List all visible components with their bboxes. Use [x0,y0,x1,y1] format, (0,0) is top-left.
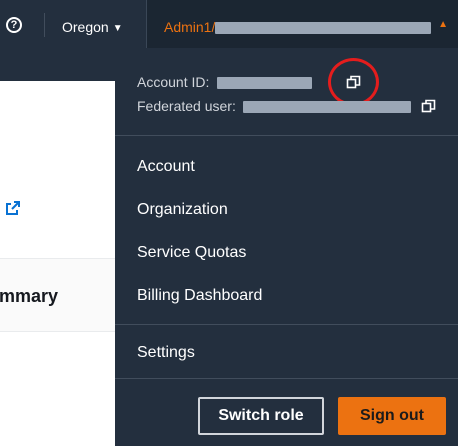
menu-item-billing-dashboard[interactable]: Billing Dashboard [137,286,262,306]
menu-divider [115,135,458,136]
question-circle-icon[interactable]: ? [6,17,22,33]
page-header-band [0,48,115,81]
account-id-row: Account ID: [137,74,313,90]
region-selector[interactable]: Oregon ▼ [62,19,123,37]
caret-down-icon: ▼ [112,23,123,34]
top-navigation-bar: ? Oregon ▼ Admin1/ ▲ [0,0,458,48]
menu-divider [115,324,458,325]
external-link-icon[interactable] [5,200,21,216]
menu-divider [115,378,458,379]
caret-up-icon: ▲ [438,19,448,30]
menu-item-account[interactable]: Account [137,157,195,177]
region-label: Oregon [62,19,109,35]
nav-divider [44,13,45,37]
redacted-username [215,22,432,35]
federated-user-label: Federated user: [137,98,236,114]
federated-user-row: Federated user: [137,98,411,114]
account-id-label: Account ID: [137,74,210,90]
redacted-account-id [217,77,313,90]
copy-icon[interactable] [421,99,436,114]
menu-item-settings[interactable]: Settings [137,343,195,363]
section-heading: mmary [0,286,59,306]
account-menu-button[interactable]: Admin1/ ▲ [146,0,458,48]
switch-role-button[interactable]: Switch role [198,397,324,435]
account-label: Admin1/ [164,19,216,35]
account-dropdown-menu: Account ID: Federated user: Account Orga… [115,48,458,446]
menu-item-service-quotas[interactable]: Service Quotas [137,243,246,263]
sign-out-button[interactable]: Sign out [338,397,446,435]
redacted-federated-user [242,101,411,114]
menu-item-organization[interactable]: Organization [137,200,228,220]
